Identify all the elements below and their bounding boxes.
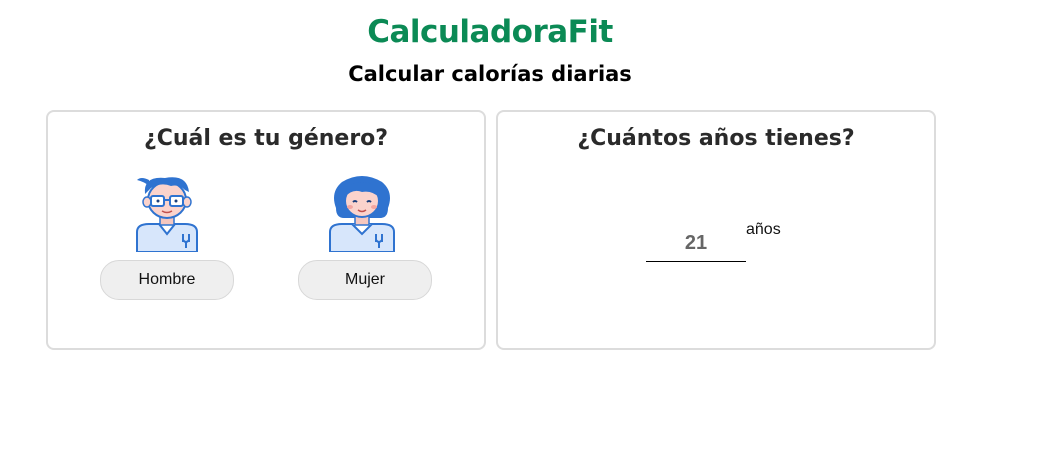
- male-avatar-icon[interactable]: [127, 172, 207, 252]
- age-card-title: ¿Cuántos años tienes?: [577, 126, 855, 151]
- age-input[interactable]: [646, 225, 746, 262]
- gender-card-title: ¿Cuál es tu género?: [143, 126, 389, 151]
- female-avatar-icon[interactable]: [322, 172, 402, 252]
- male-button[interactable]: Hombre: [100, 260, 234, 300]
- female-button[interactable]: Mujer: [298, 260, 432, 300]
- page-subtitle: Calcular calorías diarias: [348, 62, 632, 86]
- gender-card: ¿Cuál es tu género? Hombre Mujer: [46, 110, 486, 350]
- age-unit-label: años: [746, 221, 781, 238]
- app-title: CalculadoraFit: [367, 14, 613, 50]
- age-card: ¿Cuántos años tienes? años: [496, 110, 936, 350]
